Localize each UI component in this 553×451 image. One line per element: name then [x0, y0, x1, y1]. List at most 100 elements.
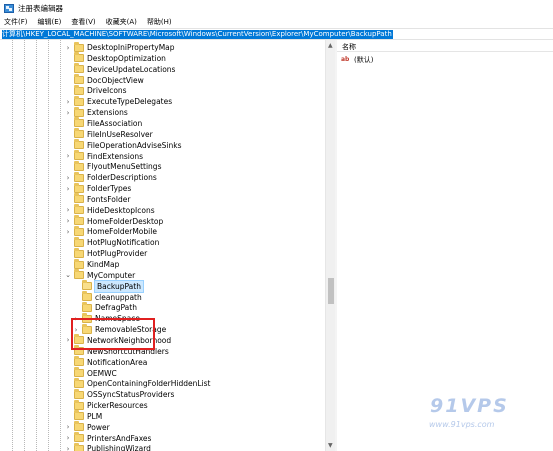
- tree-item-label: PublishingWizard: [87, 444, 151, 451]
- watermark-logo: 91VPS: [430, 395, 509, 417]
- tree-item[interactable]: OSSyncStatusProviders: [64, 388, 174, 400]
- tree-item-label: FileOperationAdviseSinks: [87, 140, 182, 150]
- tree-item[interactable]: › FindExtensions: [64, 150, 143, 162]
- folder-icon: [74, 150, 84, 160]
- tree-item[interactable]: HotPlugProvider: [64, 247, 147, 259]
- tree-item[interactable]: ⌄ MyComputer: [64, 269, 136, 281]
- tree-item[interactable]: DriveIcons: [64, 84, 127, 96]
- scroll-up-icon[interactable]: ▲: [328, 42, 333, 49]
- tree-item[interactable]: PLM: [64, 410, 102, 422]
- menu-favorites[interactable]: 收藏夹(A): [101, 17, 142, 27]
- menu-view[interactable]: 查看(V): [66, 17, 100, 27]
- tree-item[interactable]: KindMap: [64, 258, 119, 270]
- chevron-right-icon[interactable]: ›: [64, 216, 72, 227]
- tree-item-label: Power: [87, 422, 110, 432]
- chevron-right-icon[interactable]: ›: [64, 422, 72, 433]
- tree-item[interactable]: DocObjectView: [64, 74, 144, 86]
- tree-item[interactable]: DefragPath: [72, 301, 137, 313]
- tree-item[interactable]: FileInUseResolver: [64, 128, 153, 140]
- watermark-url: www.91vps.com: [429, 420, 495, 429]
- folder-icon: [74, 367, 84, 377]
- tree-item[interactable]: › FolderTypes: [64, 182, 131, 194]
- tree-item[interactable]: › Extensions: [64, 106, 128, 118]
- chevron-right-icon[interactable]: ›: [64, 151, 72, 162]
- tree-item-label: OEMWC: [87, 368, 117, 378]
- tree-item[interactable]: cleanuppath: [72, 291, 142, 303]
- regedit-app-icon: [4, 3, 14, 13]
- menu-edit[interactable]: 编辑(E): [33, 17, 67, 27]
- tree-item[interactable]: › PublishingWizard: [64, 442, 151, 451]
- tree-item[interactable]: FlyoutMenuSettings: [64, 160, 162, 172]
- tree-item[interactable]: DesktopOptimization: [64, 52, 166, 64]
- tree-item[interactable]: › FolderDescriptions: [64, 171, 157, 183]
- tree-item[interactable]: NotificationArea: [64, 356, 147, 368]
- menu-file[interactable]: 文件(F): [0, 17, 33, 27]
- tree-item[interactable]: PickerResources: [64, 399, 148, 411]
- folder-icon: [74, 410, 84, 421]
- chevron-right-icon[interactable]: ›: [64, 205, 72, 216]
- tree-item[interactable]: › DesktopIniPropertyMap: [64, 41, 175, 53]
- title-bar: 注册表编辑器: [0, 0, 553, 16]
- tree-item-label: HomeFolderMobile: [87, 227, 157, 237]
- address-bar[interactable]: 计算机\HKEY_LOCAL_MACHINE\SOFTWARE\Microsof…: [0, 28, 553, 40]
- tree-item[interactable]: › PrintersAndFaxes: [64, 432, 151, 444]
- scroll-down-icon[interactable]: ▼: [328, 442, 333, 449]
- tree-item-label: MyComputer: [87, 270, 136, 280]
- tree-item[interactable]: › ExecuteTypeDelegates: [64, 95, 172, 107]
- chevron-down-icon[interactable]: ⌄: [64, 270, 72, 281]
- chevron-right-icon[interactable]: ›: [64, 42, 72, 53]
- tree-item[interactable]: OpenContainingFolderHiddenList: [64, 377, 210, 389]
- tree-item[interactable]: HotPlugNotification: [64, 236, 160, 248]
- folder-open-icon: [82, 280, 92, 291]
- values-column-header[interactable]: 名称: [337, 40, 553, 52]
- folder-icon: [74, 388, 84, 399]
- chevron-right-icon[interactable]: ›: [64, 172, 72, 183]
- folder-icon: [82, 291, 92, 302]
- tree-item[interactable]: BackupPath: [72, 279, 144, 293]
- menu-help[interactable]: 帮助(H): [142, 17, 177, 27]
- tree-item-label: FlyoutMenuSettings: [87, 162, 162, 172]
- tree-item[interactable]: › Power: [64, 421, 110, 433]
- tree-item[interactable]: › HideDesktopIcons: [64, 204, 155, 216]
- tree-item[interactable]: FileAssociation: [64, 117, 142, 129]
- chevron-right-icon[interactable]: ›: [64, 226, 72, 237]
- tree-item-label: DeviceUpdateLocations: [87, 64, 176, 74]
- folder-icon: [74, 171, 84, 182]
- folder-icon: [74, 356, 84, 367]
- tree-item[interactable]: › HomeFolderMobile: [64, 225, 157, 237]
- chevron-right-icon[interactable]: ›: [64, 443, 72, 451]
- folder-icon: [74, 247, 84, 258]
- tree-item[interactable]: DeviceUpdateLocations: [64, 63, 176, 75]
- folder-icon: [74, 193, 84, 204]
- folder-icon: [74, 84, 84, 95]
- annotation-highlight-box: [71, 318, 155, 350]
- chevron-right-icon[interactable]: ›: [64, 433, 72, 444]
- address-path[interactable]: 计算机\HKEY_LOCAL_MACHINE\SOFTWARE\Microsof…: [2, 30, 393, 39]
- chevron-right-icon[interactable]: ›: [64, 183, 72, 194]
- tree-item[interactable]: FileOperationAdviseSinks: [64, 139, 182, 151]
- tree-scrollbar[interactable]: ▲ ▼: [325, 40, 335, 451]
- value-row[interactable]: ab (默认): [341, 54, 373, 65]
- scroll-thumb[interactable]: [328, 278, 334, 304]
- tree-item-label: HotPlugNotification: [87, 238, 160, 248]
- tree-item[interactable]: FontsFolder: [64, 193, 130, 205]
- values-pane[interactable]: 名称 ab (默认): [337, 40, 553, 451]
- tree-item[interactable]: › HomeFolderDesktop: [64, 215, 163, 227]
- tree-item[interactable]: OEMWC: [64, 367, 117, 379]
- key-tree-pane[interactable]: › DesktopIniPropertyMap DesktopOptimizatio…: [0, 40, 325, 451]
- chevron-right-icon[interactable]: ›: [64, 107, 72, 118]
- chevron-right-icon[interactable]: ›: [64, 96, 72, 107]
- folder-icon: [82, 301, 92, 312]
- folder-icon: [74, 258, 84, 269]
